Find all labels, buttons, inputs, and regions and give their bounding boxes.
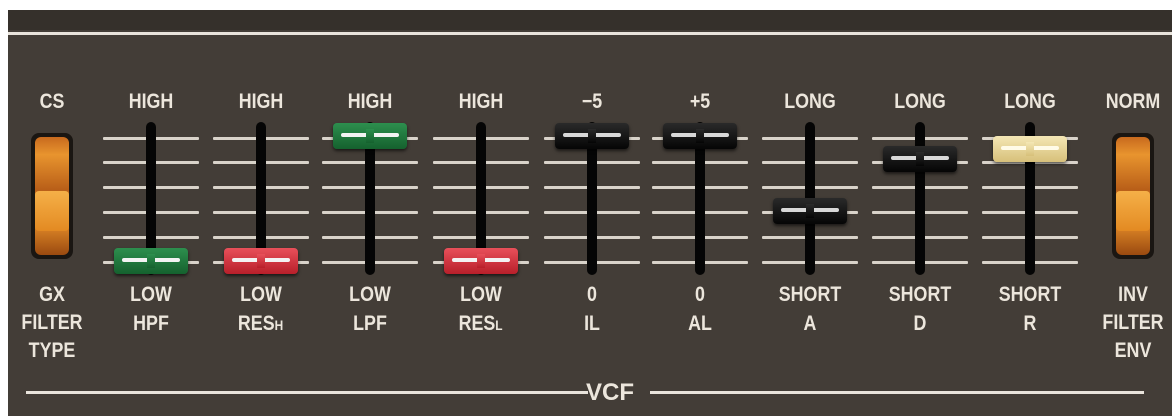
- slider-res-h-knob[interactable]: [224, 248, 298, 274]
- slider-name-label: RESL: [459, 312, 504, 337]
- slider-bottom-label: LOW: [349, 283, 391, 306]
- slider-name-label: A: [804, 312, 817, 336]
- knob-center-slot: [1026, 141, 1034, 156]
- switch-top-label: NORM: [1105, 90, 1161, 113]
- slider-top-label: HIGH: [128, 90, 174, 113]
- knob-center-slot: [806, 204, 814, 218]
- switch-top-label: CS: [39, 90, 65, 113]
- knob-center-slot: [916, 151, 924, 166]
- slider-track[interactable]: [915, 122, 925, 275]
- switch-lever[interactable]: [1116, 191, 1150, 231]
- slider-top-label: LONG: [894, 90, 946, 113]
- slider-res-l-knob[interactable]: [444, 248, 518, 274]
- slider-bottom-label: 0: [695, 283, 705, 306]
- slider-d-knob[interactable]: [883, 145, 957, 172]
- slider-bottom-label: LOW: [130, 283, 172, 306]
- section-line-right: [650, 391, 1144, 394]
- switch-lever[interactable]: [35, 191, 69, 231]
- section-line-left: [26, 391, 588, 394]
- knob-center-slot: [257, 254, 265, 268]
- slider-il-knob[interactable]: [555, 123, 629, 149]
- slider-bottom-label: LOW: [460, 283, 502, 306]
- slider-name-label: R: [1024, 312, 1037, 336]
- slider-name: IL: [584, 312, 600, 335]
- top-strip: [8, 10, 1172, 30]
- knob-center-slot: [588, 129, 596, 143]
- slider-al-knob[interactable]: [663, 123, 737, 149]
- switch-bottom-label: TYPE: [28, 339, 76, 362]
- slider-name-label: IL: [584, 312, 600, 336]
- knob-center-slot: [147, 254, 155, 268]
- slider-name: HPF: [133, 312, 169, 335]
- slider-r-knob[interactable]: [993, 135, 1067, 162]
- slider-name-label: LPF: [353, 312, 387, 336]
- slider-top-label: +5: [689, 90, 711, 113]
- slider-lpf-knob[interactable]: [333, 123, 407, 149]
- switch-filter-type[interactable]: [31, 133, 73, 259]
- switch-filter-env[interactable]: [1112, 133, 1154, 259]
- slider-bottom-label: SHORT: [998, 283, 1062, 306]
- slider-name: A: [803, 312, 817, 335]
- slider-name: RES: [458, 312, 496, 335]
- knob-center-slot: [477, 254, 485, 268]
- knob-center-slot: [696, 129, 704, 143]
- slider-bottom-label: LOW: [240, 283, 282, 306]
- slider-name: RES: [237, 312, 275, 335]
- slider-name-label: D: [914, 312, 927, 336]
- switch-bottom-label: ENV: [1114, 339, 1152, 362]
- slider-top-label: HIGH: [238, 90, 284, 113]
- top-divider: [8, 32, 1172, 35]
- slider-name: AL: [688, 312, 712, 335]
- slider-name-subscript: L: [495, 317, 504, 333]
- slider-name-label: RESH: [238, 312, 284, 337]
- switch-bottom-label: INV: [1118, 283, 1148, 306]
- slider-name: R: [1023, 312, 1037, 335]
- slider-name-label: AL: [688, 312, 712, 336]
- switch-bottom-label: GX: [39, 283, 65, 306]
- slider-bottom-label: SHORT: [888, 283, 952, 306]
- slider-a-knob[interactable]: [773, 198, 847, 224]
- slider-top-label: HIGH: [458, 90, 504, 113]
- slider-bottom-label: SHORT: [778, 283, 842, 306]
- slider-top-label: LONG: [784, 90, 836, 113]
- slider-name: D: [913, 312, 927, 335]
- slider-top-label: LONG: [1004, 90, 1056, 113]
- slider-name-subscript: H: [274, 317, 285, 333]
- slider-bottom-label: 0: [587, 283, 597, 306]
- switch-bottom-label: FILTER: [21, 311, 83, 334]
- slider-top-label: HIGH: [347, 90, 393, 113]
- slider-hpf-knob[interactable]: [114, 248, 188, 274]
- slider-name-label: HPF: [133, 312, 169, 336]
- switch-bottom-label: FILTER: [1102, 311, 1164, 334]
- knob-center-slot: [366, 129, 374, 143]
- slider-top-label: −5: [581, 90, 603, 113]
- slider-name: LPF: [353, 312, 387, 335]
- section-title: VCF: [586, 379, 634, 406]
